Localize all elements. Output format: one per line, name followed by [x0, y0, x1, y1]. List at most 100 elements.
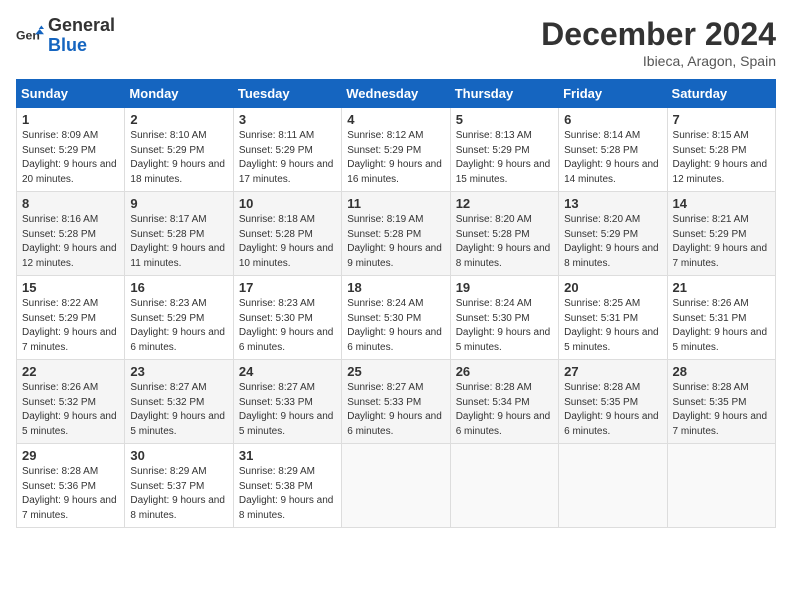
- cell-content: Sunrise: 8:19 AM Sunset: 5:28 PM Dayligh…: [347, 213, 444, 271]
- col-header-sunday: Sunday: [17, 80, 125, 108]
- day-number: 30: [130, 448, 227, 463]
- col-header-monday: Monday: [125, 80, 233, 108]
- day-number: 12: [456, 196, 553, 211]
- day-number: 26: [456, 364, 553, 379]
- calendar-cell: 17 Sunrise: 8:23 AM Sunset: 5:30 PM Dayl…: [233, 276, 341, 360]
- day-number: 16: [130, 280, 227, 295]
- day-number: 11: [347, 196, 444, 211]
- day-number: 1: [22, 112, 119, 127]
- calendar-cell: 26 Sunrise: 8:28 AM Sunset: 5:34 PM Dayl…: [450, 360, 558, 444]
- cell-content: Sunrise: 8:25 AM Sunset: 5:31 PM Dayligh…: [564, 297, 661, 355]
- calendar-cell: 30 Sunrise: 8:29 AM Sunset: 5:37 PM Dayl…: [125, 444, 233, 528]
- cell-content: Sunrise: 8:29 AM Sunset: 5:37 PM Dayligh…: [130, 465, 227, 523]
- calendar-cell: 8 Sunrise: 8:16 AM Sunset: 5:28 PM Dayli…: [17, 192, 125, 276]
- day-number: 25: [347, 364, 444, 379]
- calendar-cell: 9 Sunrise: 8:17 AM Sunset: 5:28 PM Dayli…: [125, 192, 233, 276]
- day-number: 9: [130, 196, 227, 211]
- calendar-cell: 12 Sunrise: 8:20 AM Sunset: 5:28 PM Dayl…: [450, 192, 558, 276]
- day-number: 14: [673, 196, 770, 211]
- cell-content: Sunrise: 8:28 AM Sunset: 5:35 PM Dayligh…: [564, 381, 661, 439]
- calendar-cell: [667, 444, 775, 528]
- day-number: 22: [22, 364, 119, 379]
- calendar-cell: 31 Sunrise: 8:29 AM Sunset: 5:38 PM Dayl…: [233, 444, 341, 528]
- calendar-cell: 28 Sunrise: 8:28 AM Sunset: 5:35 PM Dayl…: [667, 360, 775, 444]
- cell-content: Sunrise: 8:26 AM Sunset: 5:32 PM Dayligh…: [22, 381, 119, 439]
- calendar-cell: [342, 444, 450, 528]
- day-number: 3: [239, 112, 336, 127]
- col-header-friday: Friday: [559, 80, 667, 108]
- calendar-row-2: 15 Sunrise: 8:22 AM Sunset: 5:29 PM Dayl…: [17, 276, 776, 360]
- logo-text: General Blue: [48, 16, 115, 56]
- cell-content: Sunrise: 8:13 AM Sunset: 5:29 PM Dayligh…: [456, 129, 553, 187]
- logo: Gen General Blue: [16, 16, 115, 56]
- cell-content: Sunrise: 8:11 AM Sunset: 5:29 PM Dayligh…: [239, 129, 336, 187]
- day-number: 23: [130, 364, 227, 379]
- col-header-saturday: Saturday: [667, 80, 775, 108]
- calendar-cell: 4 Sunrise: 8:12 AM Sunset: 5:29 PM Dayli…: [342, 108, 450, 192]
- calendar-cell: 25 Sunrise: 8:27 AM Sunset: 5:33 PM Dayl…: [342, 360, 450, 444]
- calendar-row-4: 29 Sunrise: 8:28 AM Sunset: 5:36 PM Dayl…: [17, 444, 776, 528]
- cell-content: Sunrise: 8:20 AM Sunset: 5:28 PM Dayligh…: [456, 213, 553, 271]
- cell-content: Sunrise: 8:27 AM Sunset: 5:33 PM Dayligh…: [347, 381, 444, 439]
- cell-content: Sunrise: 8:26 AM Sunset: 5:31 PM Dayligh…: [673, 297, 770, 355]
- cell-content: Sunrise: 8:21 AM Sunset: 5:29 PM Dayligh…: [673, 213, 770, 271]
- calendar-cell: 13 Sunrise: 8:20 AM Sunset: 5:29 PM Dayl…: [559, 192, 667, 276]
- cell-content: Sunrise: 8:23 AM Sunset: 5:29 PM Dayligh…: [130, 297, 227, 355]
- cell-content: Sunrise: 8:22 AM Sunset: 5:29 PM Dayligh…: [22, 297, 119, 355]
- col-header-thursday: Thursday: [450, 80, 558, 108]
- col-header-tuesday: Tuesday: [233, 80, 341, 108]
- calendar-cell: 20 Sunrise: 8:25 AM Sunset: 5:31 PM Dayl…: [559, 276, 667, 360]
- calendar-cell: [450, 444, 558, 528]
- location: Ibieca, Aragon, Spain: [541, 53, 776, 69]
- logo-blue: Blue: [48, 35, 87, 55]
- logo-icon: Gen: [16, 22, 44, 50]
- cell-content: Sunrise: 8:27 AM Sunset: 5:32 PM Dayligh…: [130, 381, 227, 439]
- cell-content: Sunrise: 8:14 AM Sunset: 5:28 PM Dayligh…: [564, 129, 661, 187]
- cell-content: Sunrise: 8:24 AM Sunset: 5:30 PM Dayligh…: [456, 297, 553, 355]
- calendar-cell: 6 Sunrise: 8:14 AM Sunset: 5:28 PM Dayli…: [559, 108, 667, 192]
- cell-content: Sunrise: 8:16 AM Sunset: 5:28 PM Dayligh…: [22, 213, 119, 271]
- cell-content: Sunrise: 8:12 AM Sunset: 5:29 PM Dayligh…: [347, 129, 444, 187]
- day-number: 21: [673, 280, 770, 295]
- day-number: 24: [239, 364, 336, 379]
- calendar-cell: 2 Sunrise: 8:10 AM Sunset: 5:29 PM Dayli…: [125, 108, 233, 192]
- calendar-row-0: 1 Sunrise: 8:09 AM Sunset: 5:29 PM Dayli…: [17, 108, 776, 192]
- calendar-cell: 10 Sunrise: 8:18 AM Sunset: 5:28 PM Dayl…: [233, 192, 341, 276]
- cell-content: Sunrise: 8:27 AM Sunset: 5:33 PM Dayligh…: [239, 381, 336, 439]
- day-number: 18: [347, 280, 444, 295]
- cell-content: Sunrise: 8:10 AM Sunset: 5:29 PM Dayligh…: [130, 129, 227, 187]
- cell-content: Sunrise: 8:17 AM Sunset: 5:28 PM Dayligh…: [130, 213, 227, 271]
- day-number: 15: [22, 280, 119, 295]
- month-title: December 2024: [541, 16, 776, 53]
- calendar-cell: 21 Sunrise: 8:26 AM Sunset: 5:31 PM Dayl…: [667, 276, 775, 360]
- calendar-cell: 22 Sunrise: 8:26 AM Sunset: 5:32 PM Dayl…: [17, 360, 125, 444]
- calendar-cell: 11 Sunrise: 8:19 AM Sunset: 5:28 PM Dayl…: [342, 192, 450, 276]
- calendar-cell: 14 Sunrise: 8:21 AM Sunset: 5:29 PM Dayl…: [667, 192, 775, 276]
- title-block: December 2024 Ibieca, Aragon, Spain: [541, 16, 776, 69]
- day-number: 20: [564, 280, 661, 295]
- day-number: 31: [239, 448, 336, 463]
- day-number: 13: [564, 196, 661, 211]
- cell-content: Sunrise: 8:18 AM Sunset: 5:28 PM Dayligh…: [239, 213, 336, 271]
- calendar-cell: 18 Sunrise: 8:24 AM Sunset: 5:30 PM Dayl…: [342, 276, 450, 360]
- calendar-cell: 27 Sunrise: 8:28 AM Sunset: 5:35 PM Dayl…: [559, 360, 667, 444]
- calendar-cell: 24 Sunrise: 8:27 AM Sunset: 5:33 PM Dayl…: [233, 360, 341, 444]
- calendar-cell: 1 Sunrise: 8:09 AM Sunset: 5:29 PM Dayli…: [17, 108, 125, 192]
- day-number: 29: [22, 448, 119, 463]
- calendar-cell: 29 Sunrise: 8:28 AM Sunset: 5:36 PM Dayl…: [17, 444, 125, 528]
- calendar-cell: 7 Sunrise: 8:15 AM Sunset: 5:28 PM Dayli…: [667, 108, 775, 192]
- cell-content: Sunrise: 8:23 AM Sunset: 5:30 PM Dayligh…: [239, 297, 336, 355]
- cell-content: Sunrise: 8:28 AM Sunset: 5:35 PM Dayligh…: [673, 381, 770, 439]
- logo-general: General: [48, 15, 115, 35]
- calendar-cell: 15 Sunrise: 8:22 AM Sunset: 5:29 PM Dayl…: [17, 276, 125, 360]
- cell-content: Sunrise: 8:29 AM Sunset: 5:38 PM Dayligh…: [239, 465, 336, 523]
- calendar-cell: 5 Sunrise: 8:13 AM Sunset: 5:29 PM Dayli…: [450, 108, 558, 192]
- cell-content: Sunrise: 8:20 AM Sunset: 5:29 PM Dayligh…: [564, 213, 661, 271]
- calendar-header-row: SundayMondayTuesdayWednesdayThursdayFrid…: [17, 80, 776, 108]
- cell-content: Sunrise: 8:24 AM Sunset: 5:30 PM Dayligh…: [347, 297, 444, 355]
- calendar-cell: 23 Sunrise: 8:27 AM Sunset: 5:32 PM Dayl…: [125, 360, 233, 444]
- col-header-wednesday: Wednesday: [342, 80, 450, 108]
- page-header: Gen General Blue December 2024 Ibieca, A…: [16, 16, 776, 69]
- cell-content: Sunrise: 8:28 AM Sunset: 5:34 PM Dayligh…: [456, 381, 553, 439]
- day-number: 27: [564, 364, 661, 379]
